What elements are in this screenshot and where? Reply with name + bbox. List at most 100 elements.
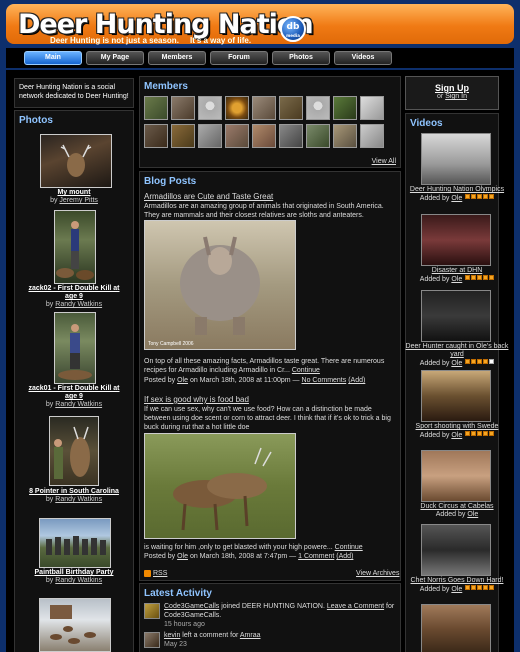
video-title[interactable]: Deer Hunting Nation Olympics [405, 186, 509, 194]
comments-link[interactable]: No Comments [302, 377, 347, 384]
blog-post-body: is waiting for him ,only to get blasted … [144, 544, 333, 551]
tab-photos[interactable]: Photos [272, 51, 330, 65]
photo-thumb[interactable] [49, 416, 99, 486]
view-all-members-link[interactable]: View All [372, 158, 396, 165]
video-author[interactable]: Ole [451, 432, 462, 439]
photo-title[interactable]: zack01 - First Double Kill at age 9 [28, 385, 120, 401]
video-title[interactable]: Duck Circus at Cabelas [405, 503, 509, 511]
video-title[interactable]: Chet Norris Goes Down Hard! [405, 577, 509, 585]
signup-panel: Sign Up or Sign In [405, 76, 499, 110]
activity-user[interactable]: kevin [164, 632, 180, 639]
video-thumb[interactable] [421, 290, 491, 342]
tab-main[interactable]: Main [24, 51, 82, 65]
add-comment-link[interactable]: (Add) [348, 377, 365, 384]
member-avatar[interactable] [333, 124, 357, 148]
photo-thumb[interactable] [54, 312, 96, 384]
photo-author[interactable]: Randy Watkins [55, 496, 102, 503]
tab-forum[interactable]: Forum [210, 51, 268, 65]
photo-thumb[interactable] [54, 210, 96, 284]
video-thumb[interactable] [421, 370, 491, 422]
member-avatar[interactable] [360, 96, 384, 120]
member-avatar[interactable] [144, 96, 168, 120]
member-avatar[interactable] [225, 124, 249, 148]
by-label: by [45, 401, 54, 408]
member-avatar[interactable] [333, 96, 357, 120]
tab-my-page[interactable]: My Page [86, 51, 144, 65]
site-tagline: Deer Hunting is not just a season. It's … [50, 36, 252, 45]
video-thumb[interactable] [421, 524, 491, 576]
video-thumb[interactable] [421, 214, 491, 266]
photo-author[interactable]: Jeremy Pitts [59, 197, 98, 204]
photo-thumb[interactable] [39, 518, 111, 568]
video-author[interactable]: Ole [451, 276, 462, 283]
video-title[interactable]: Deer Hunter caught in Ole's back yard [405, 343, 509, 359]
photo-title[interactable]: zack02 - First Double Kill at age 9 [28, 285, 120, 301]
continue-link[interactable]: Continue [292, 367, 320, 374]
db-media-logo[interactable]: db media [280, 16, 306, 42]
blog-post-intro: Armadillos are an amazing group of anima… [144, 203, 384, 219]
member-avatar[interactable] [306, 124, 330, 148]
blog-post-meta: Posted by Ole on March 18th, 2008 at 11:… [144, 376, 398, 385]
activity-user[interactable]: Code3GameCalls [164, 603, 219, 610]
video-author[interactable]: Ole [467, 511, 478, 518]
video-title[interactable]: Disaster at DHN [405, 267, 509, 275]
member-avatar[interactable] [198, 124, 222, 148]
member-avatar[interactable] [306, 96, 330, 120]
activity-avatar[interactable] [144, 603, 160, 619]
member-avatar[interactable] [171, 124, 195, 148]
by-label: by [50, 197, 58, 204]
or-label: or [437, 93, 444, 100]
photo-caption: My mount by Jeremy Pitts [14, 189, 134, 205]
video-thumb[interactable] [421, 604, 491, 652]
blog-post-title[interactable]: If sex is good why is food bad [144, 395, 249, 404]
add-comment-link[interactable]: (Add) [336, 553, 353, 560]
member-avatar[interactable] [198, 96, 222, 120]
rating-stars [464, 585, 495, 593]
video-title[interactable]: Sport shooting with Swede [405, 423, 509, 431]
photo-author[interactable]: Randy Watkins [55, 301, 102, 308]
deer-image[interactable] [144, 433, 296, 539]
activity-avatar[interactable] [144, 632, 160, 648]
tab-members[interactable]: Members [148, 51, 206, 65]
photo-thumb[interactable] [39, 598, 111, 652]
photo-title[interactable]: 8 Pointer in South Carolina [28, 488, 120, 496]
rss-icon[interactable] [144, 570, 151, 577]
member-avatar[interactable] [171, 96, 195, 120]
member-avatar[interactable] [144, 124, 168, 148]
member-avatar[interactable] [252, 96, 276, 120]
activity-item: Code3GameCalls joined DEER HUNTING NATIO… [164, 602, 396, 629]
video-thumb[interactable] [421, 450, 491, 502]
blog-post-title[interactable]: Armadillos are Cute and Taste Great [144, 192, 273, 201]
deer-herd-image [50, 605, 96, 644]
member-avatar[interactable] [279, 124, 303, 148]
video-caption: Deer Hunter caught in Ole's back yard Ad… [405, 343, 509, 368]
author-link[interactable]: Ole [177, 553, 188, 560]
continue-link[interactable]: Continue [335, 544, 363, 551]
members-heading: Members [144, 81, 188, 92]
photo-title[interactable]: My mount [14, 189, 134, 197]
video-author[interactable]: Ole [451, 195, 462, 202]
video-thumb[interactable] [421, 133, 491, 185]
member-avatar[interactable] [252, 124, 276, 148]
author-link[interactable]: Ole [177, 377, 188, 384]
tab-videos[interactable]: Videos [334, 51, 392, 65]
comments-link[interactable]: 1 Comment [298, 553, 334, 560]
blog-post-meta: Posted by Ole on March 18th, 2008 at 7:4… [144, 552, 398, 561]
video-author[interactable]: Ole [451, 360, 462, 367]
photo-author[interactable]: Randy Watkins [55, 577, 102, 584]
activity-link[interactable]: Leave a Comment [327, 603, 384, 610]
member-avatar[interactable] [225, 96, 249, 120]
sign-up-link[interactable]: Sign Up [406, 83, 498, 93]
member-avatar[interactable] [279, 96, 303, 120]
member-avatar[interactable] [360, 124, 384, 148]
sign-in-link[interactable]: Sign In [445, 93, 467, 100]
armadillo-image[interactable]: Tony Campbell 2006 [144, 220, 296, 350]
rss-link[interactable]: RSS [153, 570, 167, 577]
photo-author[interactable]: Randy Watkins [55, 401, 102, 408]
photo-thumb[interactable] [40, 134, 112, 188]
video-author[interactable]: Ole [451, 586, 462, 593]
activity-link[interactable]: Amraa [240, 632, 261, 639]
rating-stars [464, 431, 495, 439]
view-archives-link[interactable]: View Archives [356, 570, 399, 577]
photo-title[interactable]: Paintball Birthday Party [28, 569, 120, 577]
